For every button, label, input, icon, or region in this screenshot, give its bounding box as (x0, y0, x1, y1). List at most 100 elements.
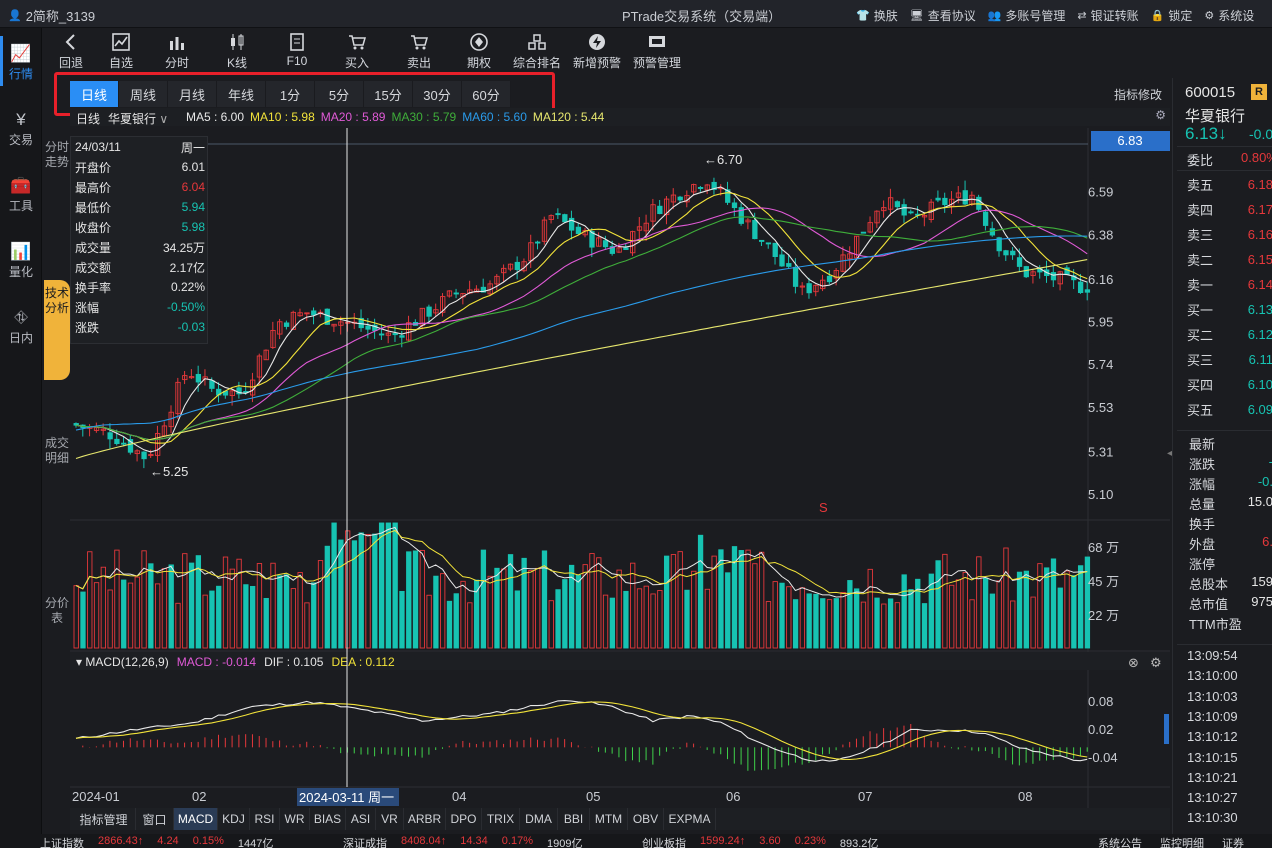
tool-1[interactable]: 自选 (96, 32, 146, 76)
orderbook-price: 6.17 (1247, 202, 1272, 217)
indicator-tab-2[interactable]: MACD (174, 808, 218, 830)
ma-bar: 日线 华夏银行 ∨ MA5 : 6.00 MA10 : 5.98 MA20 : 5.… (70, 108, 1170, 126)
tool-7[interactable]: 期权 (454, 32, 504, 76)
candle-body (602, 240, 609, 248)
indicator-tab-5[interactable]: WR (280, 808, 310, 830)
indicator-tab-16[interactable]: EXPMA (664, 808, 716, 830)
index-ticker-2[interactable]: 创业板指 1599.24↑ 3.60 0.23% 893.2亿 (642, 835, 878, 848)
indicator-tab-6[interactable]: BIAS (310, 808, 346, 830)
gear-icon: ⚙ (1204, 10, 1215, 22)
time-tick: 07 (858, 789, 872, 804)
gear-icon[interactable]: ⚙ (1150, 655, 1162, 670)
scroll-handle[interactable] (1164, 714, 1169, 744)
indicator-tab-8[interactable]: VR (376, 808, 404, 830)
info-row: 最高价 6.04 (75, 177, 205, 197)
status-link-2[interactable]: 证券 (1222, 835, 1244, 848)
collapse-icon[interactable]: ◂ (1167, 448, 1172, 459)
orderbook-row[interactable]: 买三 6.11 (1187, 347, 1272, 372)
time-tick: 06 (726, 789, 740, 804)
title-link-4[interactable]: 🔒 锁定 (1151, 7, 1193, 24)
volume-bar (833, 598, 839, 649)
indicator-tab-13[interactable]: BBI (558, 808, 590, 830)
orderbook-row[interactable]: 卖五 6.18 (1187, 172, 1272, 197)
nav-4[interactable]: ⛗ 日内 (0, 296, 42, 356)
indicator-tab-1[interactable]: 窗口 (136, 808, 174, 830)
price-tick: 5.31 (1088, 444, 1113, 459)
indicator-tab-11[interactable]: TRIX (482, 808, 520, 830)
status-link-1[interactable]: 监控明细 (1160, 835, 1204, 848)
volume-bar (1016, 571, 1023, 649)
index-value: 1599.24↑ (700, 835, 746, 847)
orderbook-row[interactable]: 卖一 6.14 (1187, 272, 1272, 297)
candle-body (1016, 257, 1023, 267)
cursor-date: 2024-03-11 周一 (299, 790, 394, 805)
tool-8[interactable]: 综合排名 (512, 32, 562, 76)
side-tab-3[interactable]: 分价表 (44, 590, 70, 650)
margin-badge: R (1251, 84, 1267, 100)
info-value: 6.04 (181, 180, 205, 194)
info-value: 6.01 (181, 160, 205, 174)
indicator-edit-button[interactable]: 指标修改 (1114, 86, 1162, 103)
orderbook-row[interactable]: 买一 6.13 (1187, 297, 1272, 322)
indicator-tab-4[interactable]: RSI (250, 808, 280, 830)
stat-label: 涨幅 (1189, 477, 1216, 492)
stock-select-label: 华夏银行 (108, 112, 157, 126)
ma-value-1: MA10 : 5.98 (250, 110, 315, 124)
nav-0[interactable]: 📈 行情 (0, 32, 42, 92)
indicator-tab-15[interactable]: OBV (628, 808, 664, 830)
volume-bar (1044, 567, 1050, 649)
close-icon[interactable]: ⊗ (1128, 655, 1139, 670)
title-link-5[interactable]: ⚙ 系统设 (1204, 7, 1254, 24)
orderbook-row[interactable]: 买四 6.10 (1187, 372, 1272, 397)
candle-body (514, 261, 520, 270)
left-nav: 📈 行情 ¥ 交易 🧰 工具 📊 量化 ⛗ 日内 (0, 28, 42, 834)
volume-bar (324, 545, 330, 649)
nav-3[interactable]: 📊 量化 (0, 230, 42, 290)
tick-list: 13:09:54 13:10:00 13:10:03 13:10:09 13:10:12… (1173, 648, 1272, 834)
volume-bar (921, 603, 928, 649)
title-link-2[interactable]: 👥 多账号管理 (988, 7, 1066, 24)
indicator-tab-7[interactable]: ASI (346, 808, 376, 830)
indicator-tab-14[interactable]: MTM (590, 808, 628, 830)
title-link-3[interactable]: ⇄ 银证转账 (1077, 7, 1138, 24)
tool-10[interactable]: 预警管理 (632, 32, 682, 76)
stock-select[interactable]: 华夏银行 ∨ (108, 110, 168, 127)
orderbook-row[interactable]: 买五 6.09 (1187, 397, 1272, 422)
status-link-0[interactable]: 系统公告 (1098, 835, 1142, 848)
nav-2[interactable]: 🧰 工具 (0, 164, 42, 224)
orderbook-row[interactable]: 买二 6.12 (1187, 322, 1272, 347)
tool-4[interactable]: F10 (272, 32, 322, 76)
nav-1[interactable]: ¥ 交易 (0, 98, 42, 158)
indicator-tab-9[interactable]: ARBR (404, 808, 446, 830)
index-value: 8408.04↑ (401, 835, 447, 847)
indicator-tab-3[interactable]: KDJ (218, 808, 250, 830)
gear-icon[interactable]: ⚙ (1155, 108, 1166, 122)
indicator-tabs: 指标管理 窗口 MACD KDJ RSI WR BIAS ASI VR ARBR DPO TRIX DM… (70, 808, 1170, 830)
kline-chart[interactable]: 6.83 6.59 6.38 6.16 5.95 5.74 5.53 5.31 5.10 ←6.7… (70, 128, 1170, 808)
indicator-tab-12[interactable]: DMA (520, 808, 558, 830)
side-tab-2[interactable]: 成交明细 (44, 430, 70, 500)
side-tab-0[interactable]: 分时走势 (44, 134, 70, 204)
tool-6[interactable]: 卖出 (394, 32, 444, 76)
index-ticker-1[interactable]: 深证成指 8408.04↑ 14.34 0.17% 1909亿 (343, 835, 582, 848)
indicator-tab-0[interactable]: 指标管理 (72, 808, 136, 830)
orderbook-row[interactable]: 卖三 6.16 (1187, 222, 1272, 247)
title-link-0[interactable]: 👕 换肤 (856, 7, 898, 24)
tool-3[interactable]: K线 (212, 32, 262, 76)
tool-2[interactable]: 分时 (152, 32, 202, 76)
tool-5[interactable]: 买入 (332, 32, 382, 76)
index-ticker-0[interactable]: 上证指数 2866.43↑ 4.24 0.15% 1447亿 (40, 835, 273, 848)
candle-body (121, 442, 127, 445)
info-label: 开盘价 (75, 160, 112, 175)
title-link-1[interactable]: 🖥 查看协议 (910, 7, 976, 24)
tool-9[interactable]: 新增预警 (572, 32, 622, 76)
macd-dea: DEA : 0.112 (331, 655, 394, 669)
indicator-tab-10[interactable]: DPO (446, 808, 482, 830)
account-switch[interactable]: 👤 2简称_3139 (8, 6, 95, 25)
macd-collapse-icon[interactable]: ▾ (76, 655, 85, 669)
tool-label: 新增预警 (572, 56, 621, 70)
orderbook-row[interactable]: 卖二 6.15 (1187, 247, 1272, 272)
tool-0[interactable]: 回退 (46, 32, 96, 76)
orderbook-row[interactable]: 卖四 6.17 (1187, 197, 1272, 222)
side-tab-1[interactable]: 技术分析 (44, 280, 70, 380)
